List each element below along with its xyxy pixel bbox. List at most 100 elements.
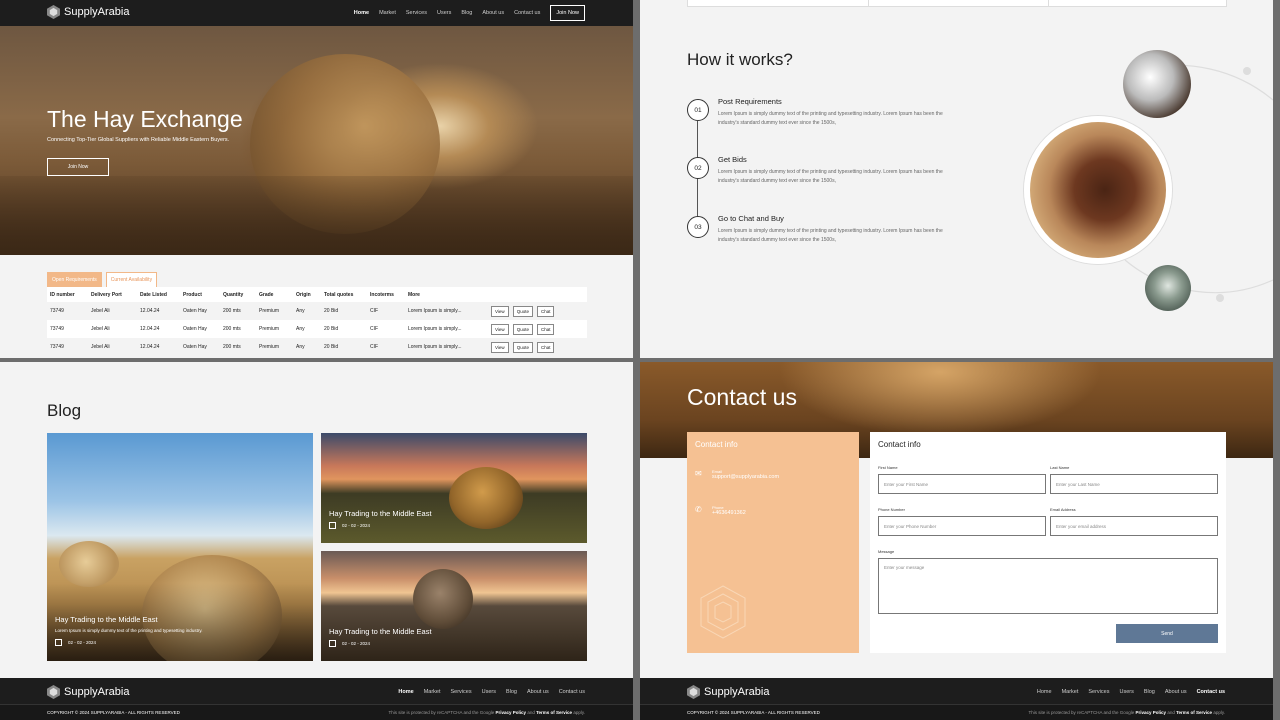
cell-id: 73749 [50,344,64,350]
chat-button[interactable]: Chat [536,323,555,335]
footer-nav-blog[interactable]: Blog [1144,689,1155,695]
blog-card[interactable]: Hay Trading to the Middle East 02 - 02 -… [321,551,587,661]
footer-bottom: COPYRIGHT © 2024 SUPPLYARABIA - ALL RIGH… [0,704,633,720]
blog-card-date: 02 - 02 - 2024 [329,640,370,647]
footer-nav-home[interactable]: Home [398,689,413,695]
email-address-input[interactable]: Enter your email address [1050,516,1218,536]
message-textarea[interactable]: Enter your message [878,558,1218,614]
last-name-input[interactable]: Enter your Last Name [1050,474,1218,494]
cell-more: Lorem Ipsum is simply... [408,344,462,350]
footer-nav-contact[interactable]: Contact us [1197,689,1225,695]
market-table: ID number Delivery Port Date Listed Prod… [47,287,587,356]
copyright: COPYRIGHT © 2024 SUPPLYARABIA - ALL RIGH… [47,710,180,715]
cell-quantity: 200 mts [223,344,241,350]
nav-contact[interactable]: Contact us [514,10,540,16]
footer-nav-users[interactable]: Users [1119,689,1133,695]
date-text: 02 - 02 - 2024 [342,641,371,646]
first-name-input[interactable]: Enter your First Name [878,474,1046,494]
footer-nav-blog[interactable]: Blog [506,689,517,695]
view-button[interactable]: View [491,341,509,353]
brand-name: SupplyArabia [64,686,130,698]
view-button[interactable]: View [491,305,509,317]
brand-name: SupplyArabia [64,6,130,18]
terms-link[interactable]: Terms of Service [1176,710,1212,715]
footer-nav-about[interactable]: About us [1165,689,1187,695]
privacy-link[interactable]: Privacy Policy [496,710,527,715]
quote-button[interactable]: Quote [512,341,533,353]
nav-services[interactable]: Services [406,10,427,16]
tab-open-requirements[interactable]: Open Requirements [47,272,102,288]
cell-origin: Any [296,344,305,350]
footer-logo[interactable]: SupplyArabia [47,685,129,699]
terms-link[interactable]: Terms of Service [536,710,572,715]
cell-product: Oaten Hay [183,308,207,314]
field-image [0,176,633,255]
hero-title: The Hay Exchange [47,106,243,132]
footer-nav-services[interactable]: Services [1088,689,1109,695]
contact-form: Contact info First Name Enter your First… [870,432,1226,653]
blog-card-date: 02 - 02 - 2024 [55,639,96,646]
col-origin: Origin [296,291,311,298]
cell-origin: Any [296,326,305,332]
logo-hex-icon [687,685,700,699]
footer-logo[interactable]: SupplyArabia [687,685,769,699]
cell-port: Jebel Ali [91,326,110,332]
footer-nav-market[interactable]: Market [424,689,441,695]
cell-id: 73749 [50,326,64,332]
email-info: ✉ Email support@supplyarabia.com [695,469,779,480]
view-button[interactable]: View [491,323,509,335]
cell-incoterms: CIF [370,344,379,350]
recaptcha-pre: This site is protected by reCAPTCHA and … [1028,710,1135,715]
footer-nav-services[interactable]: Services [451,689,472,695]
nav-about[interactable]: About us [482,10,504,16]
phone-number-input[interactable]: Enter your Phone Number [878,516,1046,536]
phone-value[interactable]: +4636491362 [712,510,746,516]
chat-button[interactable]: Chat [536,341,555,353]
brand-logo[interactable]: SupplyArabia [47,5,129,19]
footer-nav-home[interactable]: Home [1037,689,1052,695]
hay-bale-image [59,541,119,587]
last-name-label: Last Name [1050,465,1070,470]
recaptcha-notice: This site is protected by reCAPTCHA and … [388,710,585,715]
footer-nav: Home Market Services Users Blog About us… [1027,678,1225,706]
featured-blog-card[interactable]: Hay Trading to the Middle East Lorem Ips… [47,433,313,661]
footer-nav-users[interactable]: Users [482,689,496,695]
site-footer: SupplyArabia Home Market Services Users … [640,678,1273,720]
nav-home[interactable]: Home [354,10,369,16]
blog-card-date: 02 - 02 - 2024 [329,522,370,529]
col-port: Delivery Port [91,291,122,298]
cell-origin: Any [296,308,305,314]
chat-button[interactable]: Chat [536,305,555,317]
calendar-icon [329,640,336,647]
hero-join-button[interactable]: Join Now [47,158,109,176]
first-name-label: First Name [878,465,898,470]
footer-nav-market[interactable]: Market [1062,689,1079,695]
message-label: Message [878,549,895,554]
nav-blog[interactable]: Blog [461,10,472,16]
nav-market[interactable]: Market [379,10,396,16]
nav-users[interactable]: Users [437,10,451,16]
send-button[interactable]: Send [1116,624,1218,643]
blog-card-title: Hay Trading to the Middle East [329,627,432,636]
logo-hex-icon [47,5,60,19]
nav-join-button[interactable]: Join Now [550,5,585,21]
blog-card[interactable]: Hay Trading to the Middle East 02 - 02 -… [321,433,587,543]
gavel-image [1024,116,1172,264]
col-date: Date Listed [140,291,167,298]
quote-button[interactable]: Quote [512,323,533,335]
email-value[interactable]: support@supplyarabia.com [712,474,779,480]
cell-quotes: 20 Bid [324,344,339,350]
tab-current-availability[interactable]: Current Availability [105,272,158,288]
cell-product: Oaten Hay [183,344,207,350]
privacy-link[interactable]: Privacy Policy [1136,710,1167,715]
quote-button[interactable]: Quote [512,305,533,317]
date-text: 02 - 02 - 2024 [342,523,371,528]
footer-nav-contact[interactable]: Contact us [559,689,585,695]
cell-incoterms: CIF [370,326,379,332]
cell-date: 12.04.24 [140,344,160,350]
cell-port: Jebel Ali [91,308,110,314]
footer-nav-about[interactable]: About us [527,689,549,695]
recaptcha-notice: This site is protected by reCAPTCHA and … [1028,710,1225,715]
col-quotes: Total quotes [324,291,354,298]
recaptcha-apply: apply. [1213,710,1225,715]
